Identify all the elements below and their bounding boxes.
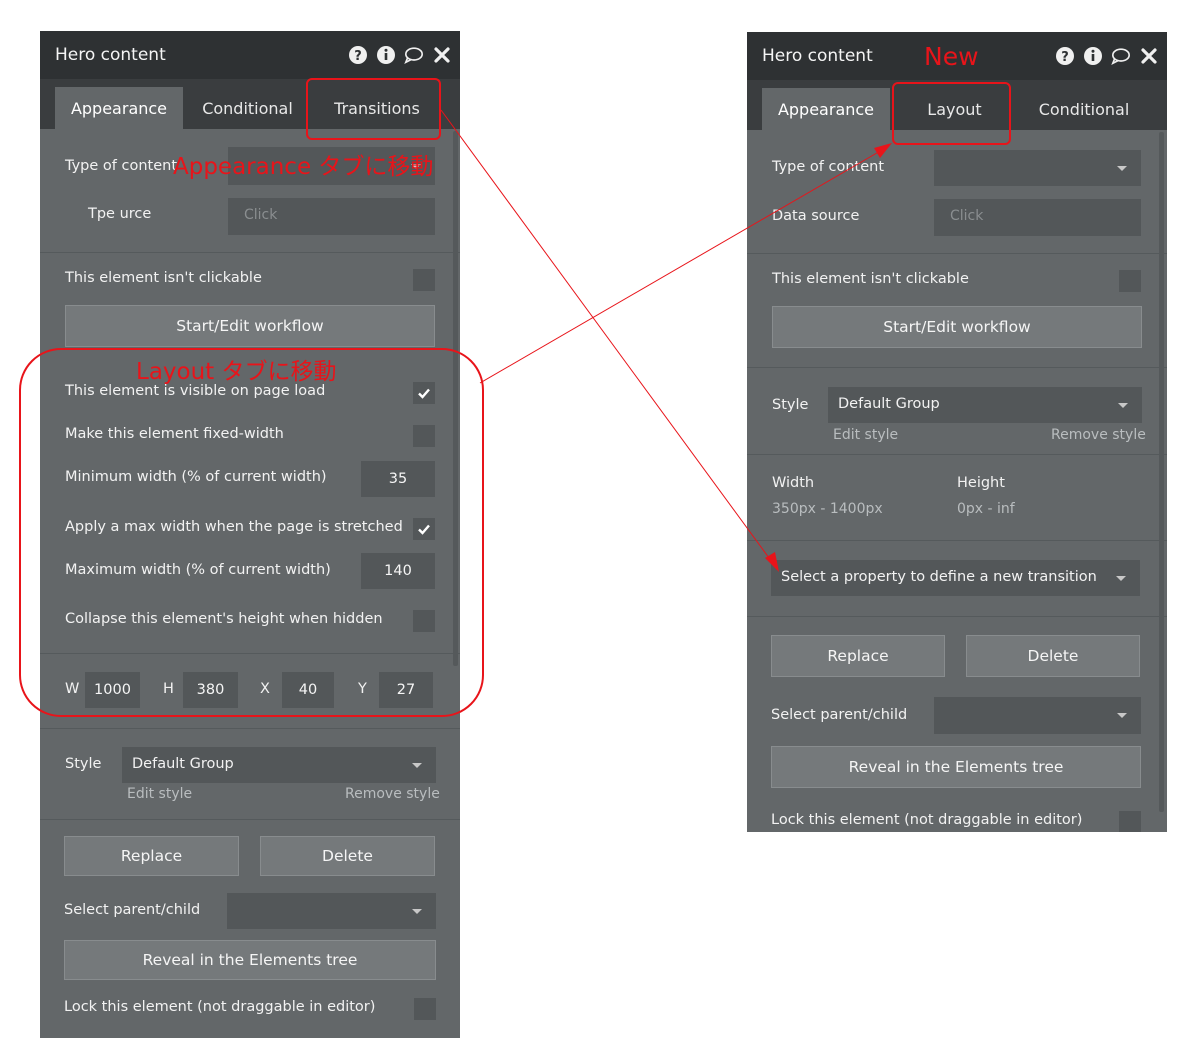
arrow-transitions-line [440, 109, 773, 563]
annotation-arrows [440, 109, 892, 572]
arrow-layout-line [479, 149, 883, 384]
arrow-layout-head [874, 143, 892, 158]
